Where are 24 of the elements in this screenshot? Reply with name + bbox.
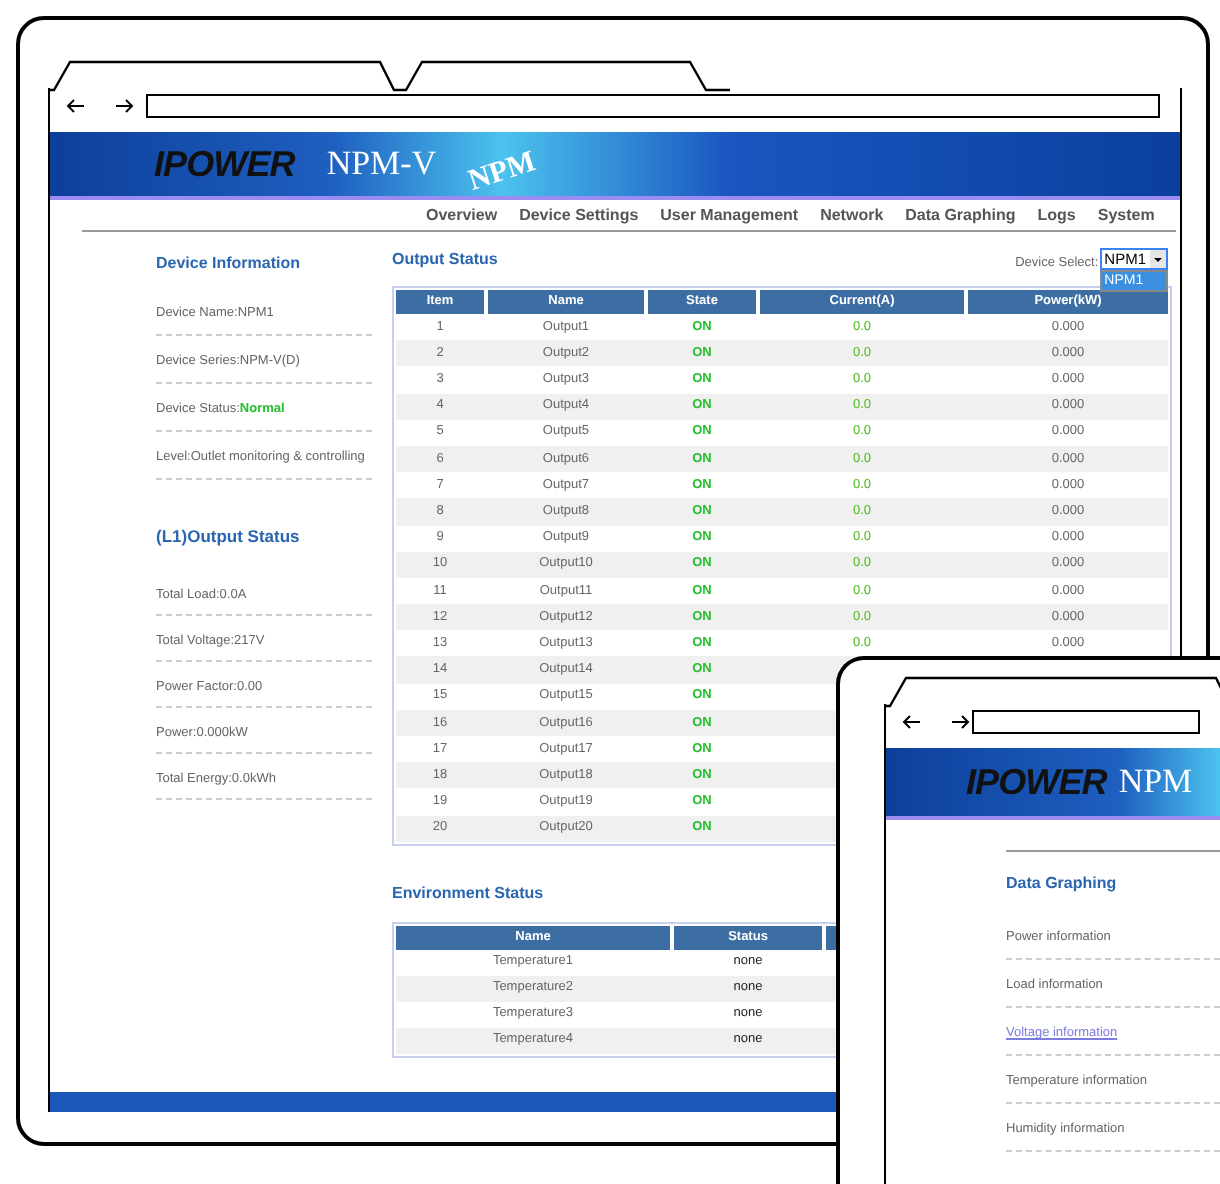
- nav-link[interactable]: Network: [820, 203, 884, 227]
- nav-link[interactable]: Logs: [1037, 203, 1076, 227]
- back-arrow-icon[interactable]: [902, 712, 922, 732]
- banner-watermark: NPM: [464, 146, 540, 198]
- section-title: Output Status: [392, 248, 498, 272]
- forward-arrow-icon[interactable]: [114, 96, 134, 116]
- back-arrow-icon[interactable]: [66, 96, 86, 116]
- forward-arrow-icon[interactable]: [950, 712, 970, 732]
- logo: IPOWER: [154, 141, 295, 187]
- nav-link[interactable]: Device Settings: [519, 203, 639, 227]
- caret-icon: [1150, 250, 1166, 268]
- nav-link[interactable]: Data Graphing: [905, 203, 1016, 227]
- section-title: (L1)Output Status: [156, 524, 302, 550]
- nav-link[interactable]: User Management: [660, 203, 799, 227]
- address-bar[interactable]: [146, 94, 1160, 118]
- product-name: NPM-V: [326, 142, 437, 187]
- nav-link[interactable]: System: [1097, 203, 1155, 227]
- product-name: NPM: [1118, 760, 1193, 805]
- nav-link[interactable]: Overview: [426, 203, 498, 227]
- section-title: Environment Status: [392, 881, 544, 906]
- address-bar[interactable]: [972, 710, 1200, 734]
- section-title: Device Information: [156, 252, 303, 276]
- section-title: Data Graphing: [1006, 872, 1119, 896]
- logo: IPOWER: [966, 759, 1107, 805]
